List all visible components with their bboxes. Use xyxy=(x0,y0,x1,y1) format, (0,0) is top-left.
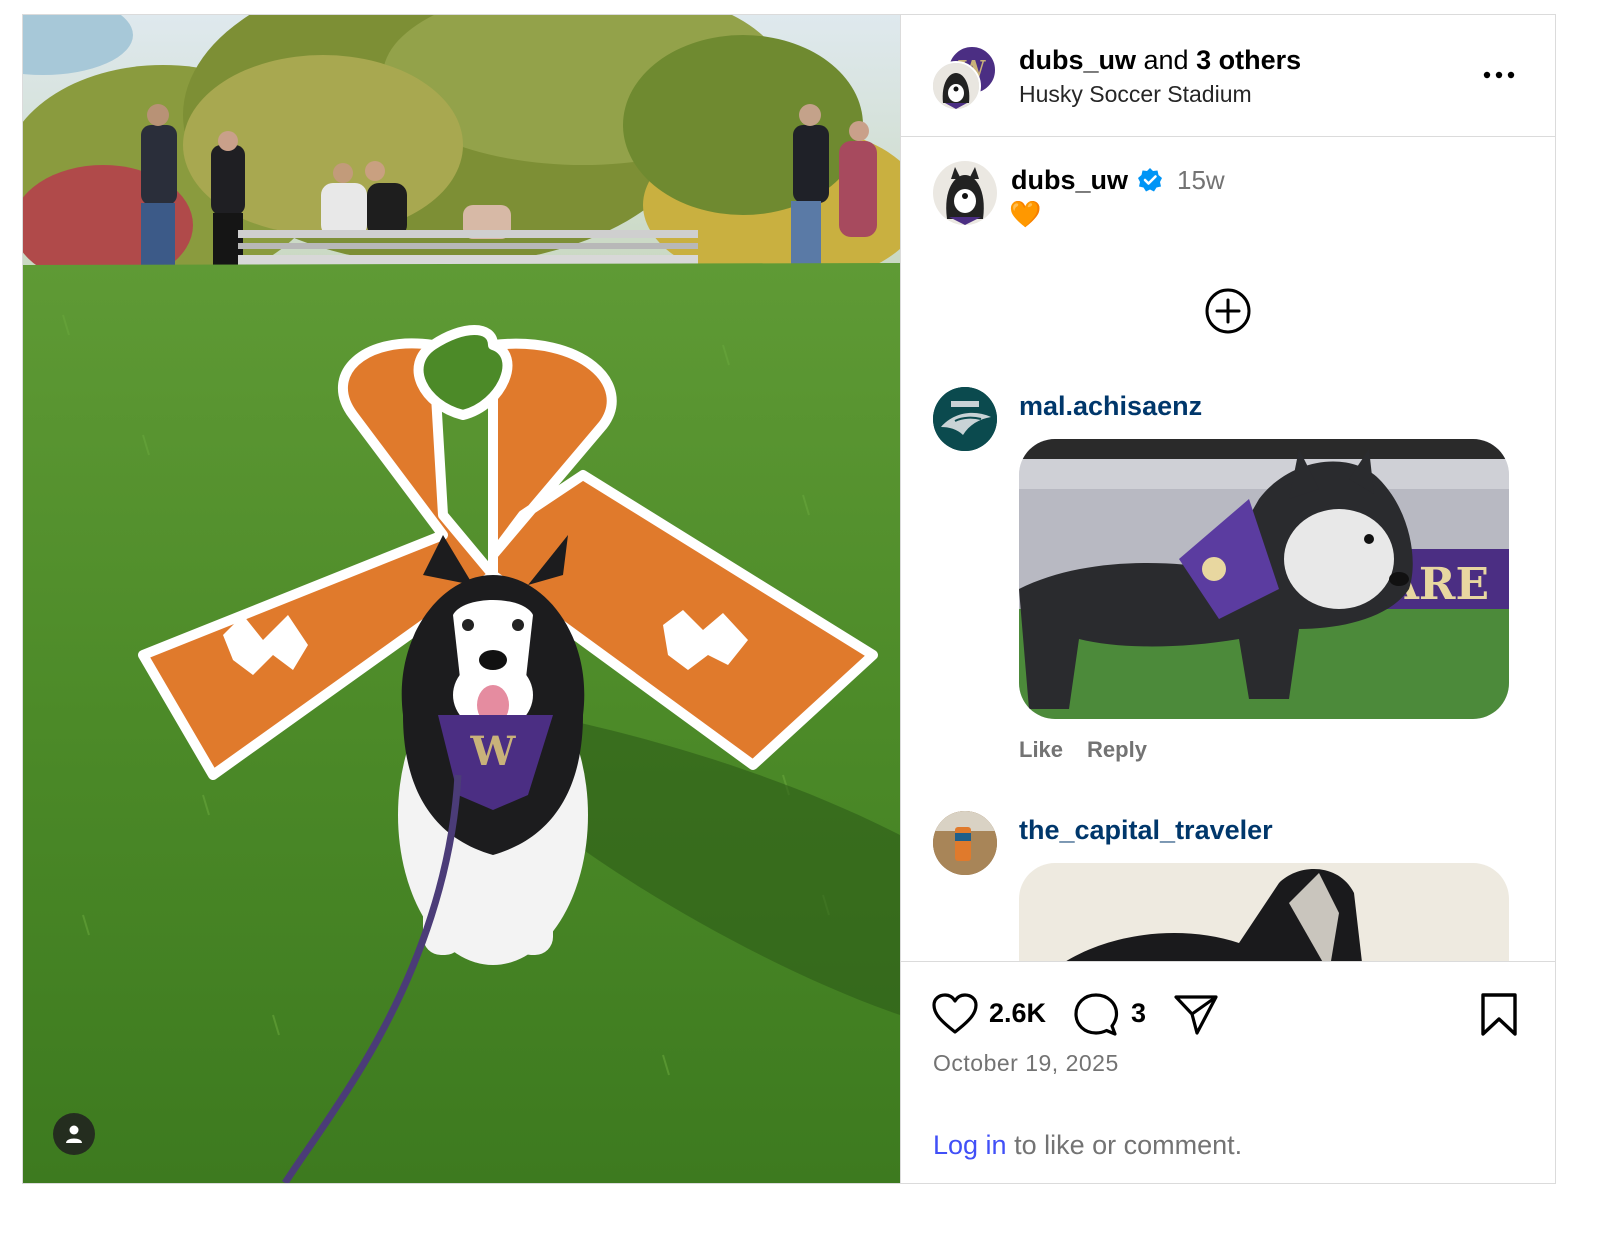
comment-bubble-icon[interactable] xyxy=(1073,992,1119,1038)
husky-puppy-gif: ARE xyxy=(1019,439,1509,719)
collab-avatars[interactable]: W xyxy=(931,45,997,111)
comments-scroll-area[interactable]: dubs_uw 15w 🧡 mal.achisaenz ARE Like Rep… xyxy=(901,137,1555,961)
login-prompt-text: to like or comment. xyxy=(1006,1130,1243,1160)
comment-like-button[interactable]: Like xyxy=(1019,737,1063,762)
login-link[interactable]: Log in xyxy=(933,1130,1007,1160)
husky-closeup-gif xyxy=(1019,863,1509,961)
caption-username[interactable]: dubs_uw xyxy=(1011,165,1128,196)
comment-gif[interactable] xyxy=(1019,863,1509,961)
like-count[interactable]: 2.6K xyxy=(989,998,1046,1029)
plus-circle-icon[interactable] xyxy=(1204,287,1252,335)
post-footer: 2.6K 3 October 19, 2025 Log in to like o… xyxy=(901,961,1555,1183)
heart-icon[interactable] xyxy=(931,992,979,1036)
user-tag-icon xyxy=(66,1125,82,1143)
send-icon[interactable] xyxy=(1173,992,1219,1038)
caption-text: 🧡 xyxy=(1009,199,1042,229)
author-link[interactable]: dubs_uw xyxy=(1019,45,1136,75)
comment-avatar[interactable] xyxy=(933,811,997,875)
caption-time[interactable]: 15w xyxy=(1177,165,1225,196)
post-date[interactable]: October 19, 2025 xyxy=(933,1050,1119,1077)
svg-text:W: W xyxy=(470,728,517,775)
post-header: W dubs_uw and 3 others Husky Soccer Stad… xyxy=(901,15,1555,137)
others-link[interactable]: 3 others xyxy=(1196,45,1301,75)
more-options-icon[interactable] xyxy=(1479,63,1519,87)
comment-count[interactable]: 3 xyxy=(1131,998,1146,1029)
comment-reply-button[interactable]: Reply xyxy=(1087,737,1147,762)
post-card: W W xyxy=(22,14,1556,1184)
comment-username[interactable]: the_capital_traveler xyxy=(1019,815,1273,846)
authors-joiner: and xyxy=(1136,45,1197,75)
caption-avatar[interactable] xyxy=(933,161,997,225)
comment-actions: Like Reply xyxy=(1019,737,1171,763)
post-details-panel: W dubs_uw and 3 others Husky Soccer Stad… xyxy=(900,15,1555,1183)
collab-avatar-dubs xyxy=(931,61,981,111)
tagged-users-button[interactable] xyxy=(53,1113,95,1155)
comment-gif[interactable]: ARE xyxy=(1019,439,1509,719)
post-photo[interactable]: W xyxy=(23,15,900,1183)
verified-badge-icon xyxy=(1138,168,1162,192)
dog-on-field-illustration: W xyxy=(23,15,900,1183)
location-link[interactable]: Husky Soccer Stadium xyxy=(1019,81,1252,108)
bookmark-icon[interactable] xyxy=(1479,992,1519,1038)
login-prompt: Log in to like or comment. xyxy=(933,1130,1242,1161)
comment-avatar[interactable] xyxy=(933,387,997,451)
post-authors: dubs_uw and 3 others xyxy=(1019,45,1301,76)
comment-username[interactable]: mal.achisaenz xyxy=(1019,391,1202,422)
